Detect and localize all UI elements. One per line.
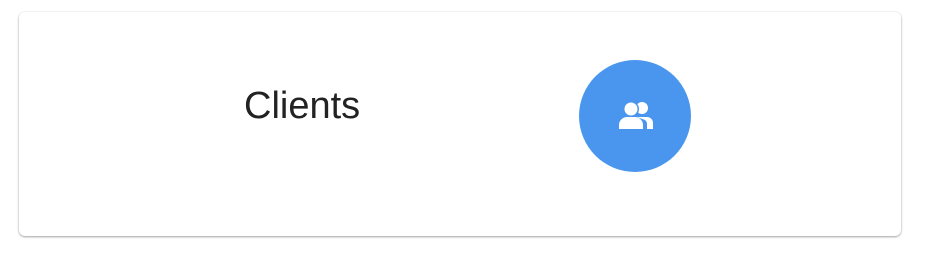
card-title: Clients: [244, 85, 361, 127]
clients-card[interactable]: Clients: [19, 12, 901, 236]
icon-badge: [579, 60, 691, 172]
users-icon: [619, 101, 653, 129]
